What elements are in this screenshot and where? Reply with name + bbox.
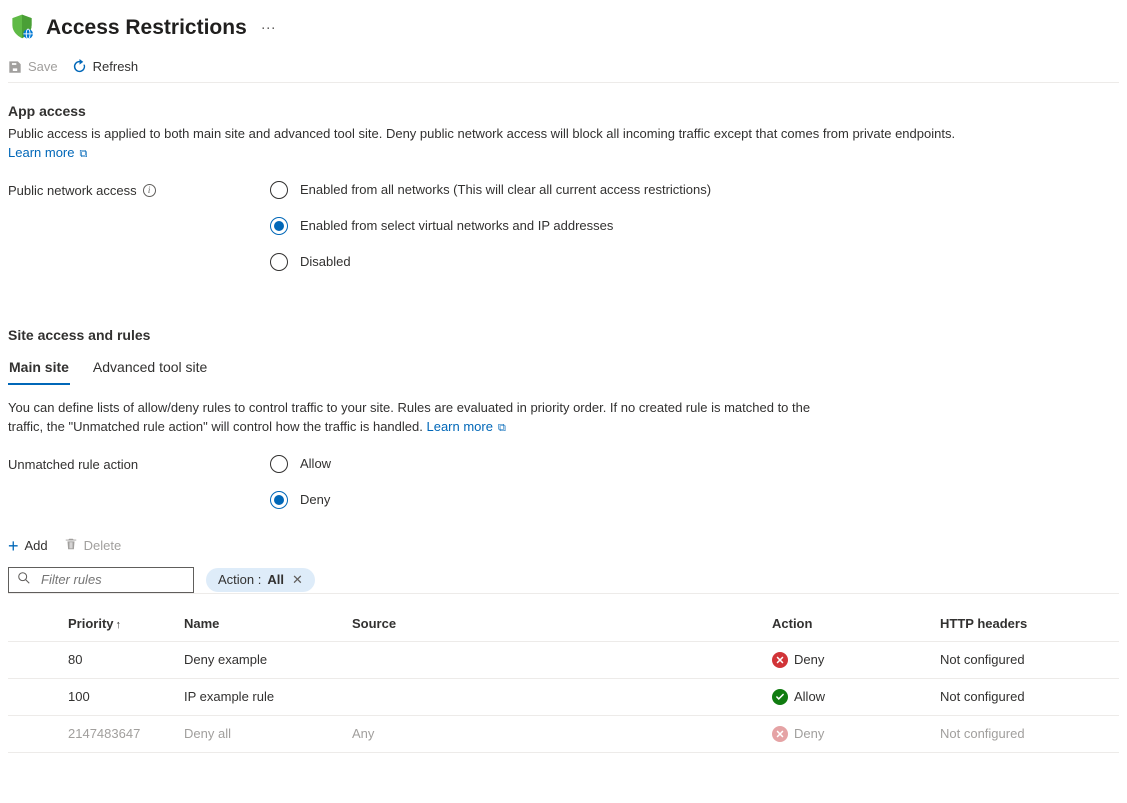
table-row[interactable]: 80Deny example DenyNot configured <box>8 641 1119 678</box>
add-rule-button[interactable]: + Add <box>8 537 48 555</box>
radio-icon <box>270 181 288 199</box>
radio-label: Enabled from all networks (This will cle… <box>300 182 711 197</box>
table-row[interactable]: 2147483647Deny allAnyDenyNot configured <box>8 715 1119 752</box>
plus-icon: + <box>8 537 19 555</box>
cell-action: Deny <box>764 641 932 678</box>
cell-action: Allow <box>764 678 932 715</box>
table-header-row: Priority↑ Name Source Action HTTP header… <box>8 606 1119 642</box>
public-network-access-radiogroup: Enabled from all networks (This will cle… <box>270 181 711 271</box>
radio-label: Disabled <box>300 254 351 269</box>
cell-name: Deny example <box>176 641 344 678</box>
app-access-learn-more-link[interactable]: Learn more ⧉ <box>8 145 87 160</box>
toolbar: Save Refresh <box>8 51 1119 83</box>
unmatched-rule-action-radiogroup: Allow Deny <box>270 455 331 509</box>
radio-icon <box>270 491 288 509</box>
radio-label: Deny <box>300 492 330 507</box>
deny-icon <box>772 726 788 742</box>
public-access-option-0[interactable]: Enabled from all networks (This will cle… <box>270 181 711 199</box>
col-priority[interactable]: Priority↑ <box>8 606 176 642</box>
table-row[interactable]: 100IP example rule AllowNot configured <box>8 678 1119 715</box>
cell-http-headers: Not configured <box>932 715 1119 752</box>
tab-main-site[interactable]: Main site <box>8 355 70 385</box>
filter-rules-search[interactable] <box>8 567 194 593</box>
delete-rule-button[interactable]: Delete <box>64 537 122 554</box>
search-icon <box>17 571 31 588</box>
radio-label: Enabled from select virtual networks and… <box>300 218 613 233</box>
delete-label: Delete <box>84 538 122 553</box>
unmatched-rule-action-label: Unmatched rule action <box>8 455 270 472</box>
public-network-access-label: Public network access i <box>8 181 270 198</box>
cell-priority: 100 <box>8 678 176 715</box>
clear-filter-icon[interactable]: ✕ <box>290 572 305 588</box>
rules-table: Priority↑ Name Source Action HTTP header… <box>8 606 1119 753</box>
sort-asc-icon: ↑ <box>116 619 122 631</box>
public-access-option-2[interactable]: Disabled <box>270 253 711 271</box>
trash-icon <box>64 537 78 554</box>
add-label: Add <box>25 538 48 553</box>
col-source[interactable]: Source <box>344 606 764 642</box>
external-link-icon: ⧉ <box>76 148 87 160</box>
site-rules-title: Site access and rules <box>8 327 1119 343</box>
radio-label: Allow <box>300 456 331 471</box>
save-label: Save <box>28 59 58 74</box>
cell-source <box>344 678 764 715</box>
cell-source: Any <box>344 715 764 752</box>
more-menu-button[interactable]: ··· <box>257 19 280 36</box>
refresh-icon <box>72 59 87 74</box>
filter-rules-input[interactable] <box>39 571 221 588</box>
app-access-description: Public access is applied to both main si… <box>8 125 978 163</box>
cell-priority: 80 <box>8 641 176 678</box>
allow-icon <box>772 689 788 705</box>
tab-advanced-tool-site[interactable]: Advanced tool site <box>92 355 208 385</box>
cell-name: IP example rule <box>176 678 344 715</box>
radio-icon <box>270 253 288 271</box>
action-filter-pill[interactable]: Action : All ✕ <box>206 568 315 592</box>
col-action[interactable]: Action <box>764 606 932 642</box>
shield-icon <box>8 12 36 43</box>
site-rules-tabs: Main site Advanced tool site <box>8 355 1119 385</box>
refresh-button[interactable]: Refresh <box>72 59 139 74</box>
site-rules-description: You can define lists of allow/deny rules… <box>8 399 838 437</box>
refresh-label: Refresh <box>93 59 139 74</box>
deny-icon <box>772 652 788 668</box>
page-title: Access Restrictions <box>46 16 247 40</box>
cell-name: Deny all <box>176 715 344 752</box>
col-http-headers[interactable]: HTTP headers <box>932 606 1119 642</box>
cell-action: Deny <box>764 715 932 752</box>
save-icon <box>8 60 22 74</box>
cell-source <box>344 641 764 678</box>
unmatched-option-1[interactable]: Deny <box>270 491 331 509</box>
site-rules-learn-more-link[interactable]: Learn more ⧉ <box>426 419 505 434</box>
info-icon[interactable]: i <box>143 184 156 197</box>
radio-icon <box>270 455 288 473</box>
app-access-title: App access <box>8 103 1119 119</box>
cell-http-headers: Not configured <box>932 641 1119 678</box>
unmatched-option-0[interactable]: Allow <box>270 455 331 473</box>
save-button[interactable]: Save <box>8 59 58 74</box>
cell-priority: 2147483647 <box>8 715 176 752</box>
public-access-option-1[interactable]: Enabled from select virtual networks and… <box>270 217 711 235</box>
radio-icon <box>270 217 288 235</box>
cell-http-headers: Not configured <box>932 678 1119 715</box>
col-name[interactable]: Name <box>176 606 344 642</box>
external-link-icon: ⧉ <box>495 422 506 434</box>
